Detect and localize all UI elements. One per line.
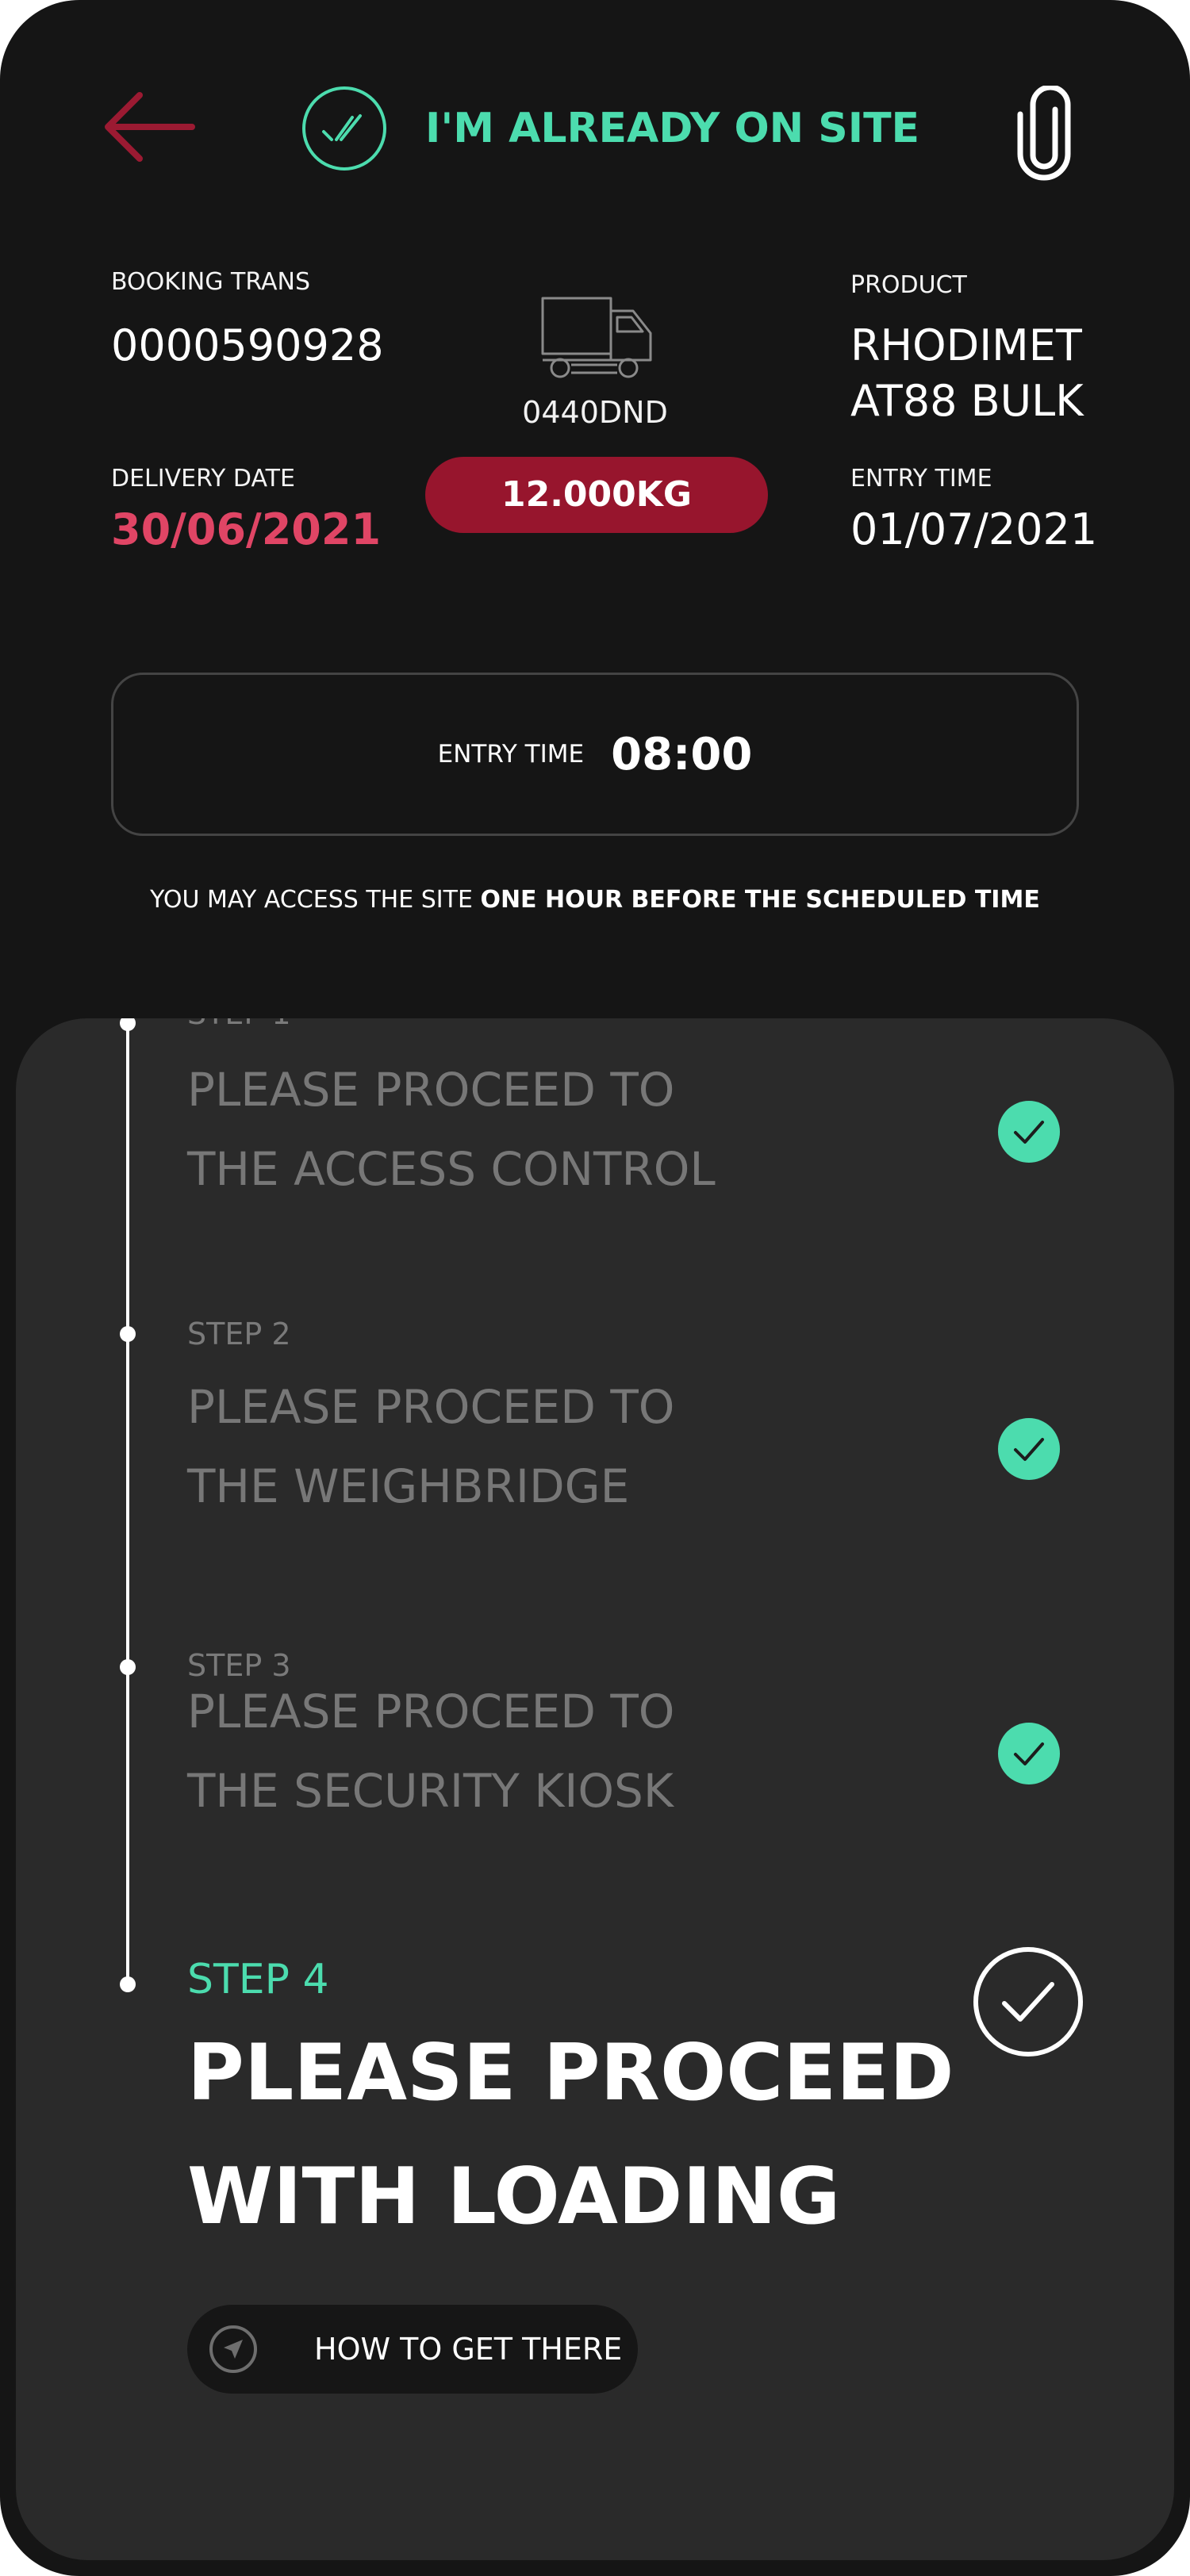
entry-time-label: ENTRY TIME <box>437 740 585 769</box>
check-done-icon <box>998 1723 1060 1784</box>
booking-trans-label: BOOKING TRANS <box>111 268 310 296</box>
check-done-icon <box>998 1418 1060 1480</box>
timeline-dot-step-3 <box>120 1659 136 1675</box>
double-check-circle-icon <box>300 84 389 173</box>
delivery-date-label: DELIVERY DATE <box>111 465 295 493</box>
how-to-get-there-label: HOW TO GET THERE <box>314 2332 623 2367</box>
weight-badge: 12.000KG <box>425 457 768 533</box>
access-note-text: YOU MAY ACCESS THE SITE <box>150 886 481 914</box>
back-button[interactable] <box>102 89 197 165</box>
navigation-icon <box>209 2325 257 2373</box>
plate-number: 0440DND <box>522 395 668 430</box>
product-name-line2: AT88 BULK <box>850 376 1084 426</box>
step-4-number: STEP 4 <box>187 1956 329 2003</box>
step-4-line2: WITH LOADING <box>187 2152 841 2242</box>
product-label: PRODUCT <box>850 271 967 299</box>
step-1-number: STEP 1 <box>187 1018 291 1033</box>
entry-time-value: 08:00 <box>611 728 753 780</box>
step-1-line2: THE ACCESS CONTROL <box>187 1142 716 1196</box>
entry-time-box: ENTRY TIME 08:00 <box>111 673 1079 836</box>
timeline-dot-step-1 <box>120 1018 136 1031</box>
timeline-dot-step-2 <box>120 1326 136 1342</box>
step-2-line1: PLEASE PROCEED TO <box>187 1380 675 1434</box>
step-1-line1: PLEASE PROCEED TO <box>187 1063 675 1117</box>
how-to-get-there-button[interactable]: HOW TO GET THERE <box>187 2305 638 2394</box>
check-done-icon <box>998 1101 1060 1163</box>
delivery-date-value: 30/06/2021 <box>111 504 382 554</box>
step-4-line1: PLEASE PROCEED <box>187 2028 954 2118</box>
step-3-line2: THE SECURITY KIOSK <box>187 1764 674 1818</box>
step-2-number: STEP 2 <box>187 1317 291 1351</box>
paperclip-icon <box>1017 84 1071 181</box>
entry-date-label: ENTRY TIME <box>850 465 992 493</box>
attach-button[interactable] <box>1006 84 1085 181</box>
truck-icon <box>539 295 658 385</box>
entry-date-value: 01/07/2021 <box>850 504 1098 554</box>
booking-trans-value: 0000590928 <box>111 320 384 370</box>
access-note: YOU MAY ACCESS THE SITE ONE HOUR BEFORE … <box>0 880 1190 920</box>
step-3-line1: PLEASE PROCEED TO <box>187 1685 675 1738</box>
page-title: I'M ALREADY ON SITE <box>425 105 920 152</box>
product-name-line1: RHODIMET <box>850 320 1082 370</box>
timeline-dot-step-4 <box>120 1976 136 1992</box>
app-screen: I'M ALREADY ON SITE BOOKING TRANS 000059… <box>0 0 1190 2576</box>
arrow-left-icon <box>105 92 195 162</box>
check-pending-icon[interactable] <box>973 1946 1084 2057</box>
access-note-emphasis: ONE HOUR BEFORE THE SCHEDULED TIME <box>480 886 1040 914</box>
timeline-line <box>126 1018 129 1988</box>
step-2-line2: THE WEIGHBRIDGE <box>187 1459 630 1513</box>
steps-panel: STEP 1 PLEASE PROCEED TO THE ACCESS CONT… <box>16 1018 1174 2560</box>
